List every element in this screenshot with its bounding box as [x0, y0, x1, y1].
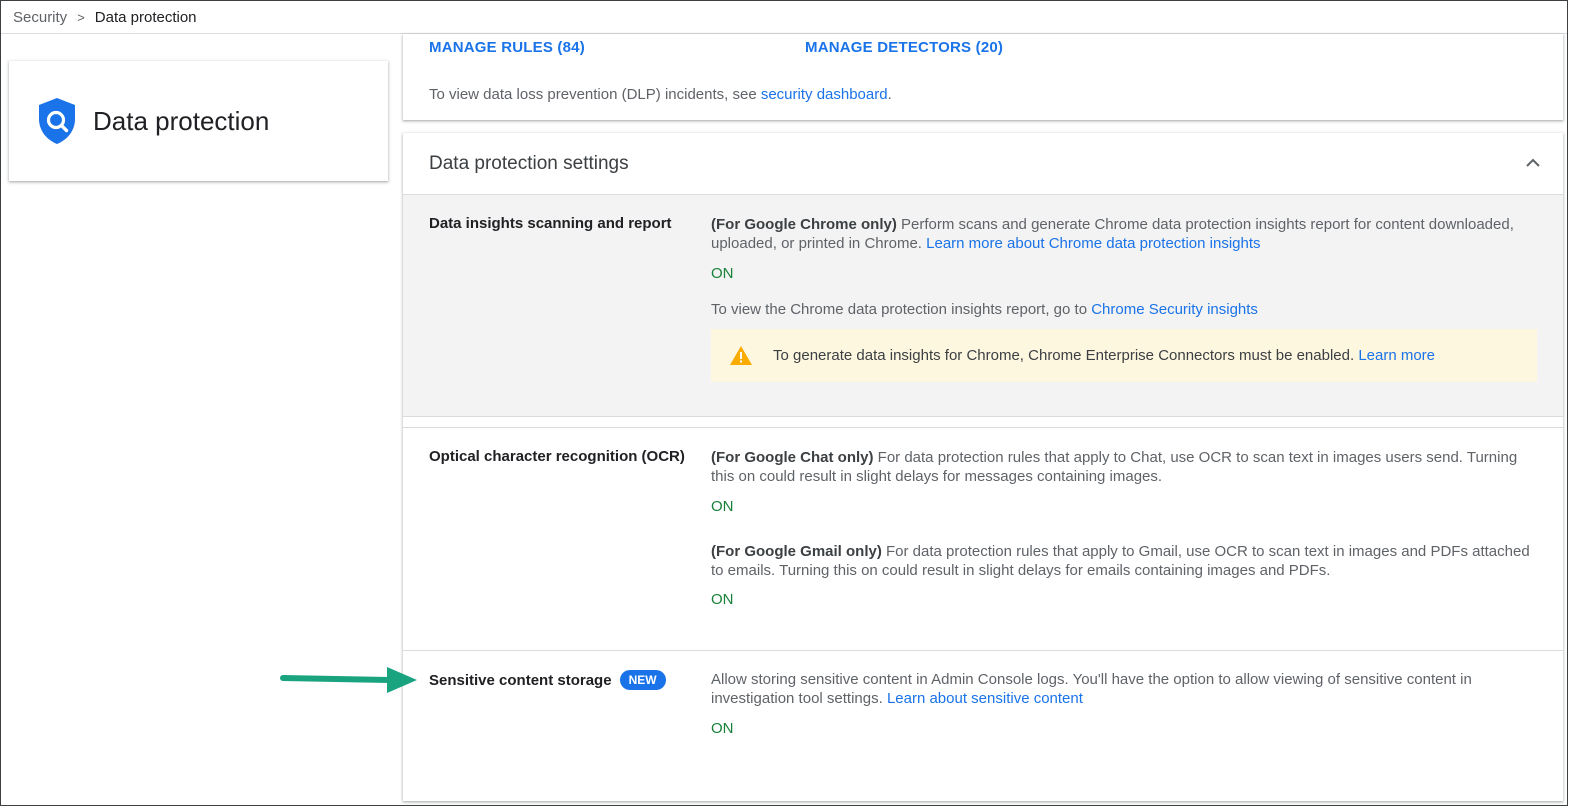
new-badge: NEW [619, 670, 666, 690]
rules-panel: MANAGE RULES (84) MANAGE DETECTORS (20) … [403, 34, 1563, 120]
ocr-chat-description: (For Google Chat only) For data protecti… [711, 448, 1537, 486]
insights-report-text: To view the Chrome data protection insig… [711, 300, 1537, 319]
breadcrumb-current: Data protection [94, 8, 197, 26]
insights-learn-more-link[interactable]: Learn more about Chrome data protection … [926, 235, 1260, 252]
settings-title: Data protection settings [429, 152, 629, 174]
settings-header[interactable]: Data protection settings [403, 133, 1563, 195]
report-text: To view the Chrome data protection insig… [711, 301, 1092, 318]
warning-icon [730, 346, 752, 365]
warning-learn-more-link[interactable]: Learn more [1358, 347, 1435, 364]
app-card-title: Data protection [93, 105, 270, 136]
dlp-text: To view data loss prevention (DLP) incid… [429, 86, 761, 103]
chevron-right-icon: > [77, 9, 85, 25]
insights-section: Data insights scanning and report (For G… [403, 195, 1563, 417]
ocr-gmail-prefix: (For Google Gmail only) [711, 543, 882, 560]
storage-label-row: Sensitive content storage NEW [429, 670, 666, 690]
app-card: Data protection [9, 61, 388, 181]
ocr-gmail-description: (For Google Gmail only) For data protect… [711, 542, 1537, 580]
dlp-text-end: . [887, 86, 892, 103]
shield-search-icon [39, 98, 75, 144]
insights-prefix: (For Google Chrome only) [711, 216, 897, 233]
dlp-info-text: To view data loss prevention (DLP) incid… [429, 86, 892, 103]
storage-text: Allow storing sensitive content in Admin… [711, 671, 1472, 707]
breadcrumb-security-link[interactable]: Security [13, 9, 67, 26]
insights-label: Data insights scanning and report [429, 215, 672, 232]
breadcrumb: Security > Data protection [1, 1, 1567, 34]
insights-status[interactable]: ON [711, 264, 1537, 283]
ocr-gmail-status[interactable]: ON [711, 590, 1537, 609]
warning-text: To generate data insights for Chrome, Ch… [773, 347, 1355, 364]
ocr-label: Optical character recognition (OCR) [429, 448, 685, 465]
storage-section: Sensitive content storage NEW Allow stori… [403, 651, 1563, 801]
app-frame: Security > Data protection Data protecti… [0, 0, 1568, 806]
storage-status[interactable]: ON [711, 719, 1537, 738]
storage-label: Sensitive content storage [429, 672, 612, 689]
insights-description: (For Google Chrome only) Perform scans a… [711, 215, 1537, 253]
chevron-up-icon[interactable] [1521, 151, 1545, 175]
storage-description: Allow storing sensitive content in Admin… [711, 670, 1537, 708]
settings-panel: Data protection settings Data insights s… [403, 133, 1563, 801]
ocr-chat-status[interactable]: ON [711, 497, 1537, 516]
manage-rules-link[interactable]: MANAGE RULES (84) [429, 39, 585, 56]
sensitive-content-link[interactable]: Learn about sensitive content [887, 690, 1083, 707]
manage-detectors-link[interactable]: MANAGE DETECTORS (20) [805, 39, 1003, 56]
security-dashboard-link[interactable]: security dashboard [761, 86, 888, 103]
chrome-security-insights-link[interactable]: Chrome Security insights [1091, 301, 1258, 318]
ocr-section: Optical character recognition (OCR) (For… [403, 427, 1563, 651]
connectors-warning: To generate data insights for Chrome, Ch… [711, 329, 1537, 382]
ocr-chat-prefix: (For Google Chat only) [711, 449, 874, 466]
annotation-arrow-icon [280, 667, 417, 693]
